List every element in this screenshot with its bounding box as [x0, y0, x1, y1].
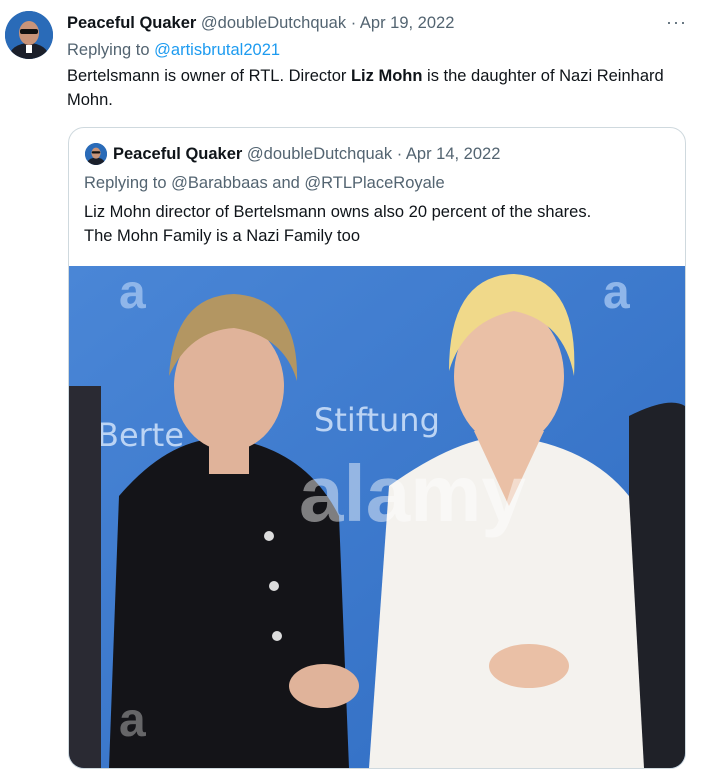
backdrop-word-right: Stiftung — [314, 401, 440, 439]
tweet-text-bold: Liz Mohn — [350, 67, 423, 85]
replying-to: Replying to @artisbrutal2021 — [67, 39, 280, 61]
author-name[interactable]: Peaceful Quaker — [67, 14, 196, 32]
author-avatar[interactable] — [5, 11, 53, 59]
quote-text-line2: The Mohn Family is a Nazi Family too — [84, 227, 360, 245]
quote-author-avatar[interactable] — [85, 143, 107, 165]
backdrop-logo-right: a — [603, 266, 630, 319]
quote-text-line1: Liz Mohn director of Bertelsmann owns al… — [84, 203, 592, 221]
replying-prefix: Replying to — [67, 41, 150, 59]
quote-separator-dot: · — [396, 145, 403, 163]
tweet-text-part1: Bertelsmann is owner of RTL. Director — [67, 67, 351, 85]
tweet-header: Peaceful Quaker @doubleDutchquak · Apr 1… — [67, 12, 677, 34]
more-options-icon[interactable]: ··· — [666, 12, 687, 33]
tweet-date[interactable]: Apr 19, 2022 — [360, 14, 455, 32]
alamy-watermark-small: a — [119, 694, 146, 747]
separator-dot: · — [350, 14, 357, 32]
replying-to-link[interactable]: @artisbrutal2021 — [154, 41, 280, 59]
quoted-tweet[interactable]: Peaceful Quaker @doubleDutchquak · Apr 1… — [68, 127, 686, 769]
backdrop-word-left: Berte — [97, 416, 184, 454]
quote-date[interactable]: Apr 14, 2022 — [406, 145, 501, 163]
backdrop-logo-left: a — [119, 266, 146, 319]
quote-photo[interactable]: a a Berte Stiftung alamy a — [69, 266, 685, 768]
author-handle[interactable]: @doubleDutchquak — [201, 14, 346, 32]
quote-text: Liz Mohn director of Bertelsmann owns al… — [84, 200, 674, 248]
tweet-text: Bertelsmann is owner of RTL. Director Li… — [67, 64, 687, 112]
quote-author-handle[interactable]: @doubleDutchquak — [247, 145, 392, 163]
quote-author-name[interactable]: Peaceful Quaker — [113, 145, 242, 163]
quote-replying-to: Replying to @Barabbaas and @RTLPlaceRoya… — [84, 174, 445, 192]
alamy-watermark: alamy — [299, 449, 526, 538]
quote-header: Peaceful Quaker @doubleDutchquak · Apr 1… — [113, 143, 500, 165]
